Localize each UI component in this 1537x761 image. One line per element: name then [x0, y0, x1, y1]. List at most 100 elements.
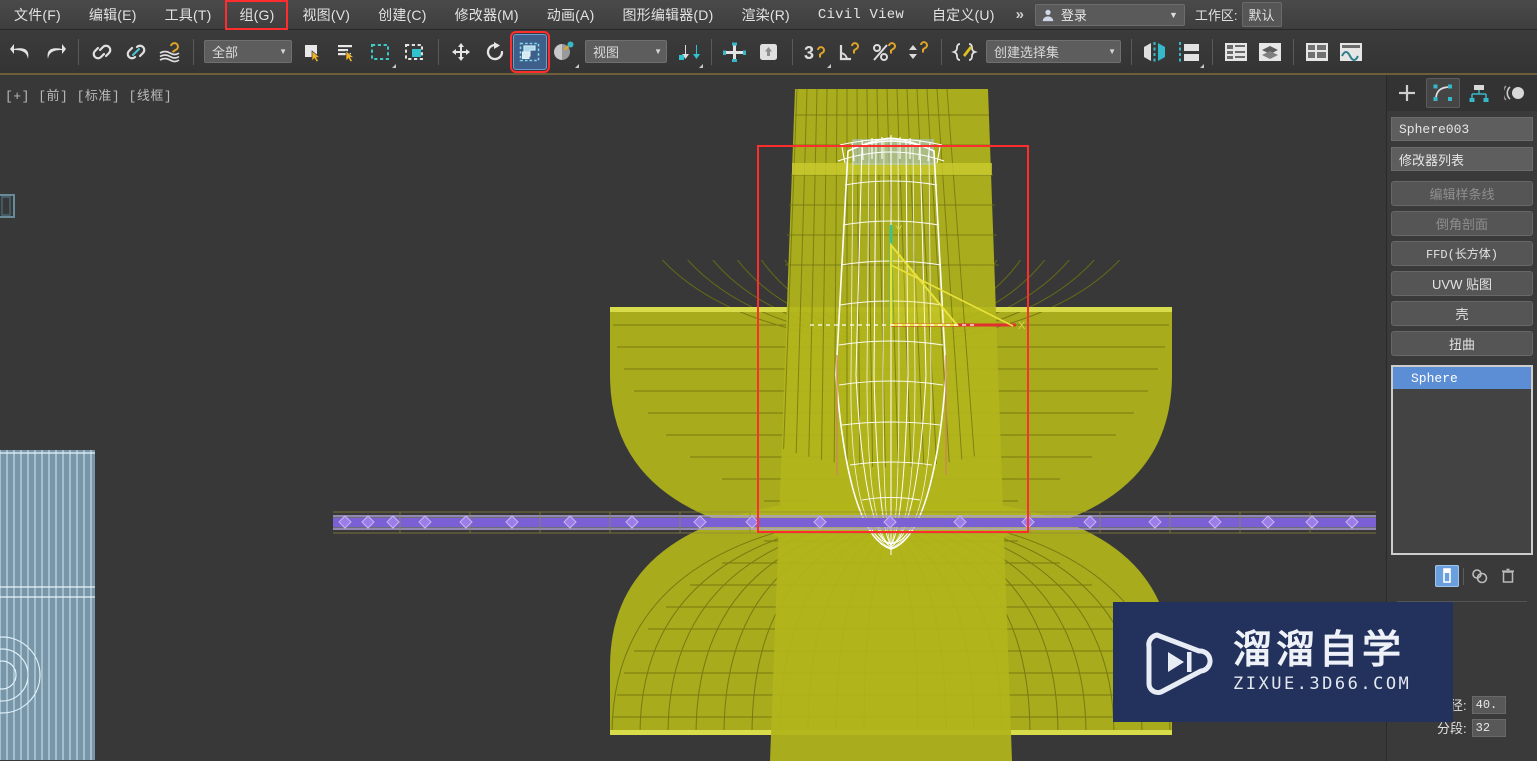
angle-snap-toggle-button[interactable] — [833, 34, 867, 70]
bind-to-space-warp-button[interactable] — [153, 34, 187, 70]
modify-tab[interactable] — [1426, 78, 1460, 108]
menu-item-customize[interactable]: 自定义(U) — [918, 0, 1009, 30]
select-and-rotate-button[interactable] — [479, 34, 513, 70]
toolbar-separator — [1131, 38, 1132, 65]
object-name-field[interactable]: Sphere003 — [1391, 117, 1533, 141]
menu-item-group[interactable]: 组(G) — [225, 0, 289, 30]
named-sets-icon — [951, 42, 978, 61]
percent-snap-toggle-button[interactable] — [867, 34, 901, 70]
hierarchy-icon — [1469, 85, 1489, 102]
undo-button[interactable] — [4, 34, 38, 70]
flyout-corner[interactable] — [827, 63, 831, 68]
selection-filter-dropdown[interactable]: 全部 ▼ — [204, 40, 292, 63]
select-and-place-button[interactable] — [718, 34, 752, 70]
align-icon — [1179, 41, 1199, 62]
workspace-value[interactable]: 默认 — [1241, 2, 1282, 27]
menu-item-views[interactable]: 视图(V) — [288, 0, 364, 30]
use-center-flyout-button[interactable] — [671, 34, 705, 70]
chevron-down-icon: ▼ — [654, 47, 662, 56]
modifier-button-bevel-profile[interactable]: 倒角剖面 — [1391, 211, 1533, 236]
plus-icon — [1399, 85, 1415, 101]
hierarchy-tab[interactable] — [1462, 78, 1496, 108]
toolbar-separator — [438, 38, 439, 65]
svg-text:Y: Y — [895, 224, 903, 236]
mirror-button[interactable] — [1138, 34, 1172, 70]
path-spline-band[interactable] — [333, 511, 1376, 534]
named-selection-sets-dropdown[interactable]: 创建选择集 ▼ — [986, 40, 1121, 63]
unlink-icon — [126, 44, 146, 59]
chevron-down-icon: ▼ — [1108, 47, 1116, 56]
svg-text:3: 3 — [804, 43, 814, 63]
select-and-manipulate-button[interactable] — [547, 34, 581, 70]
window-crossing-button[interactable] — [398, 34, 432, 70]
layer-manager-button[interactable] — [1253, 34, 1287, 70]
snaps-toggle-button[interactable]: 3 — [799, 34, 833, 70]
toggle-ribbon-button[interactable] — [1300, 34, 1334, 70]
reference-coordinate-system-dropdown[interactable]: 视图 ▼ — [585, 40, 667, 63]
select-object-button[interactable] — [296, 34, 330, 70]
pin-stack-button[interactable] — [1435, 565, 1459, 587]
menu-overflow-chevron[interactable]: » — [1009, 6, 1031, 23]
redo-icon — [47, 43, 66, 59]
radius-spinner[interactable]: 40. — [1471, 695, 1506, 714]
flyout-corner[interactable] — [699, 63, 703, 68]
select-by-name-button[interactable] — [330, 34, 364, 70]
layer-explorer-button[interactable] — [1219, 34, 1253, 70]
curve-editor-button[interactable] — [1334, 34, 1368, 70]
show-end-result-button[interactable] — [1468, 565, 1492, 587]
workspace-label: 工作区: — [1194, 8, 1238, 23]
spinner-snap-icon — [909, 40, 928, 59]
menu-item-file[interactable]: 文件(F) — [0, 0, 75, 30]
unlink-selection-button[interactable] — [119, 34, 153, 70]
modifier-stack-item-sphere[interactable]: Sphere — [1393, 367, 1531, 389]
play-button-icon — [1146, 632, 1213, 696]
motion-tab[interactable] — [1498, 78, 1532, 108]
chevron-down-icon[interactable]: ▼ — [1169, 10, 1178, 20]
modifier-button-uvw-map[interactable]: UVW 贴图 — [1391, 271, 1533, 296]
command-panel-tabs — [1387, 75, 1537, 111]
modifier-button-twist[interactable]: 扭曲 — [1391, 331, 1533, 356]
align-button[interactable] — [1172, 34, 1206, 70]
menu-item-civil-view[interactable]: Civil View — [804, 0, 918, 30]
signin-control[interactable]: 登录 ▼ — [1034, 3, 1185, 26]
rectangular-selection-region-button[interactable] — [364, 34, 398, 70]
layers-icon — [1259, 42, 1281, 61]
menu-item-rendering[interactable]: 渲染(R) — [727, 0, 803, 30]
modifier-stack[interactable]: Sphere — [1391, 365, 1533, 555]
remove-modifier-button[interactable] — [1496, 565, 1520, 587]
workspace-control[interactable]: 工作区: 默认 — [1195, 2, 1282, 27]
menu-item-modifiers[interactable]: 修改器(M) — [441, 0, 533, 30]
redo-button[interactable] — [38, 34, 72, 70]
edit-named-selection-sets-button[interactable] — [948, 34, 982, 70]
user-icon — [1042, 9, 1054, 21]
modify-curve-icon — [1433, 84, 1452, 101]
watermark-en-text: ZIXUE.3D66.COM — [1233, 673, 1412, 694]
angle-snap-icon — [839, 41, 859, 60]
segments-spinner[interactable]: 32 — [1471, 718, 1506, 737]
flyout-corner[interactable] — [392, 63, 396, 68]
motion-icon — [1504, 85, 1524, 101]
toolbar-separator — [193, 38, 194, 65]
spinner-snap-toggle-button[interactable] — [901, 34, 935, 70]
modifier-button-edit-spline[interactable]: 编辑样条线 — [1391, 181, 1533, 206]
menu-item-animation[interactable]: 动画(A) — [533, 0, 609, 30]
named-selection-sets-value: 创建选择集 — [994, 45, 1060, 60]
create-tab[interactable] — [1390, 78, 1424, 108]
select-and-move-button[interactable] — [445, 34, 479, 70]
modifier-list-dropdown[interactable]: 修改器列表 — [1391, 147, 1533, 171]
menu-item-tools[interactable]: 工具(T) — [151, 0, 226, 30]
viewport-label: [+] [前] [标准] [线框] — [5, 89, 173, 104]
menu-item-create[interactable]: 创建(C) — [364, 0, 440, 30]
transform-type-in-button[interactable] — [752, 34, 786, 70]
select-and-scale-button[interactable] — [510, 30, 550, 73]
select-and-link-button[interactable] — [85, 34, 119, 70]
modifier-button-ffd-box[interactable]: FFD(长方体) — [1391, 241, 1533, 266]
modifier-button-shell[interactable]: 壳 — [1391, 301, 1533, 326]
menu-item-graph-editors[interactable]: 图形编辑器(D) — [608, 0, 727, 30]
rect-region-icon — [371, 43, 389, 60]
show-end-result-icon — [1472, 569, 1488, 584]
menu-item-edit[interactable]: 编辑(E) — [75, 0, 151, 30]
flyout-corner[interactable] — [1200, 63, 1204, 68]
flyout-corner[interactable] — [575, 63, 579, 68]
signin-label: 登录 — [1060, 8, 1087, 23]
